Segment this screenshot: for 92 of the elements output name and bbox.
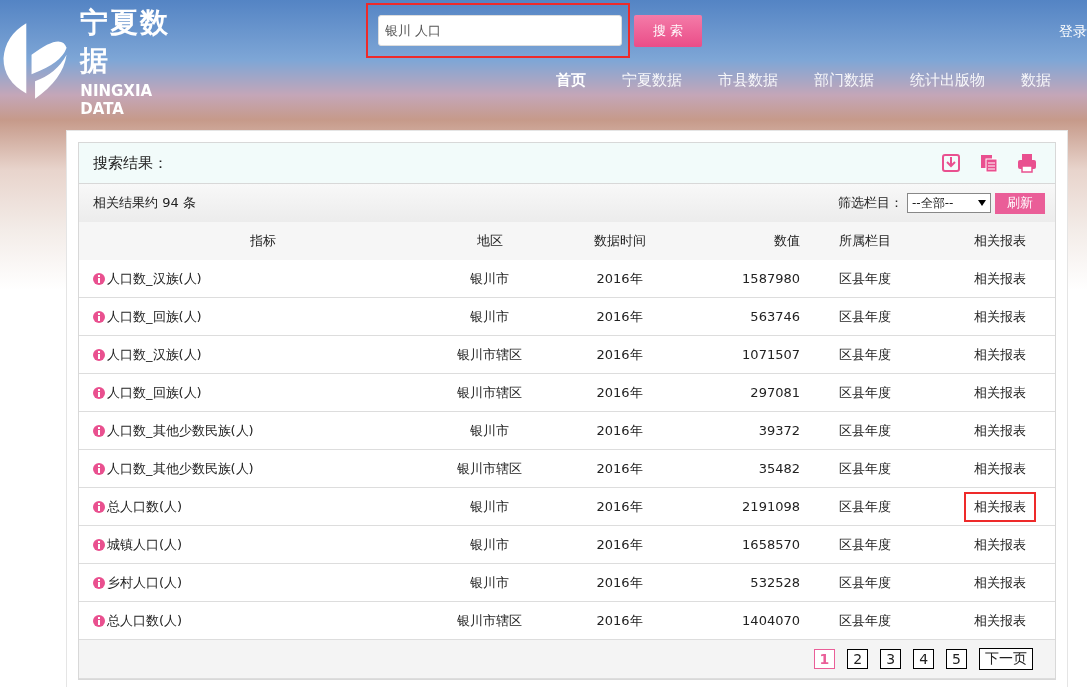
report-link[interactable]: 相关报表 — [963, 339, 1036, 370]
table-cell-text: 银川市 — [469, 307, 510, 326]
table-cell-text: 区县年度 — [837, 497, 892, 516]
page-link[interactable]: 4 — [913, 649, 935, 669]
table-cell-text: 297081 — [749, 385, 801, 400]
table-cell-text: 区县年度 — [837, 535, 892, 554]
table-cell-text: 39372 — [757, 423, 801, 438]
table-cell-text: 银川市 — [469, 269, 510, 288]
copy-icon[interactable] — [979, 153, 999, 173]
report-link[interactable]: 相关报表 — [963, 605, 1036, 636]
page-link[interactable]: 3 — [880, 649, 902, 669]
table-cell-text: 银川市 — [469, 535, 510, 554]
indicator-name[interactable]: 人口数_回族(人) — [107, 307, 202, 326]
filter-label: 筛选栏目： — [838, 194, 903, 212]
table-cell-text: 2016年 — [595, 269, 644, 288]
table-cell-text: 2016年 — [595, 611, 644, 630]
column-header: 地区 — [475, 232, 504, 250]
report-link[interactable]: 相关报表 — [963, 453, 1036, 484]
report-link[interactable]: 相关报表 — [963, 491, 1036, 522]
table-cell-text: 2016年 — [595, 307, 644, 326]
indicator-name[interactable]: 人口数_其他少数民族(人) — [107, 421, 254, 440]
table-cell-text: 银川市辖区 — [456, 611, 523, 630]
table-cell-text: 1404070 — [741, 613, 801, 628]
report-link[interactable]: 相关报表 — [963, 263, 1036, 294]
report-link[interactable]: 相关报表 — [963, 567, 1036, 598]
column-header: 相关报表 — [972, 232, 1027, 250]
table-cell-text: 银川市辖区 — [456, 459, 523, 478]
indicator-name[interactable]: 城镇人口(人) — [107, 535, 183, 554]
indicator-name[interactable]: 乡村人口(人) — [107, 573, 183, 592]
table-cell-text: 银川市 — [469, 421, 510, 440]
table-cell-text: 532528 — [749, 575, 801, 590]
results-title: 搜索结果： — [93, 153, 168, 173]
table-cell-text: 区县年度 — [837, 611, 892, 630]
results-count: 相关结果约 94 条 — [93, 194, 196, 212]
info-icon — [93, 538, 105, 551]
column-header: 数值 — [773, 232, 801, 250]
table-cell-text: 2016年 — [595, 383, 644, 402]
info-icon — [93, 576, 105, 589]
indicator-name[interactable]: 人口数_汉族(人) — [107, 269, 202, 288]
report-link[interactable]: 相关报表 — [963, 301, 1036, 332]
next-page-link[interactable]: 下一页 — [979, 648, 1033, 670]
table-cell-text: 银川市辖区 — [456, 345, 523, 364]
table-cell-text: 1587980 — [741, 271, 801, 286]
table-cell-text: 2016年 — [595, 459, 644, 478]
column-filter-dropdown[interactable]: --全部-- — [907, 193, 991, 213]
print-icon[interactable] — [1017, 153, 1037, 173]
table-cell-text: 2016年 — [595, 573, 644, 592]
table-cell-text: 2016年 — [595, 535, 644, 554]
table-cell-text: 区县年度 — [837, 269, 892, 288]
info-icon — [93, 310, 105, 323]
site-subtitle: NINGXIA DATA — [80, 82, 154, 118]
table-cell-text: 35482 — [757, 461, 801, 476]
info-icon — [93, 348, 105, 361]
table-cell-text: 2016年 — [595, 421, 644, 440]
column-header: 数据时间 — [592, 232, 647, 250]
table-cell-text: 区县年度 — [837, 573, 892, 592]
table-cell-text: 1658570 — [741, 537, 801, 552]
table-cell-text: 银川市 — [469, 573, 510, 592]
indicator-name[interactable]: 总人口数(人) — [107, 497, 183, 516]
page-link[interactable]: 5 — [946, 649, 967, 669]
info-icon — [93, 614, 105, 627]
column-header: 指标 — [248, 232, 277, 250]
table-cell-text: 区县年度 — [837, 421, 892, 440]
table-cell-text: 区县年度 — [837, 383, 892, 402]
report-link[interactable]: 相关报表 — [963, 529, 1036, 560]
table-cell-text: 563746 — [749, 309, 801, 324]
info-icon — [93, 500, 105, 513]
table-cell-text: 银川市辖区 — [456, 383, 523, 402]
table-cell-text: 区县年度 — [837, 307, 892, 326]
column-header: 所属栏目 — [837, 232, 892, 250]
report-link[interactable]: 相关报表 — [963, 377, 1036, 408]
search-field[interactable]: 银川 人口 — [378, 15, 622, 46]
table-cell-text: 2016年 — [595, 345, 644, 364]
indicator-name[interactable]: 人口数_其他少数民族(人) — [107, 459, 254, 478]
info-icon — [93, 386, 105, 399]
table-cell-text: 银川市 — [469, 497, 510, 516]
info-icon — [93, 272, 105, 285]
indicator-name[interactable]: 总人口数(人) — [107, 611, 183, 630]
site-title: 宁夏数据 — [80, 5, 172, 79]
info-icon — [93, 462, 105, 475]
report-link[interactable]: 相关报表 — [963, 415, 1036, 446]
indicator-name[interactable]: 人口数_回族(人) — [107, 383, 202, 402]
table-cell-text: 1071507 — [741, 347, 801, 362]
table-cell-text: 区县年度 — [837, 345, 892, 364]
indicator-name[interactable]: 人口数_汉族(人) — [107, 345, 202, 364]
page-link[interactable]: 2 — [847, 649, 869, 669]
download-icon[interactable] — [941, 153, 961, 173]
table-cell-text: 区县年度 — [837, 459, 892, 478]
table-cell-text: 2016年 — [595, 497, 644, 516]
dropdown-arrow-icon — [978, 200, 986, 206]
info-icon — [93, 424, 105, 437]
table-cell-text: 2191098 — [741, 499, 801, 514]
